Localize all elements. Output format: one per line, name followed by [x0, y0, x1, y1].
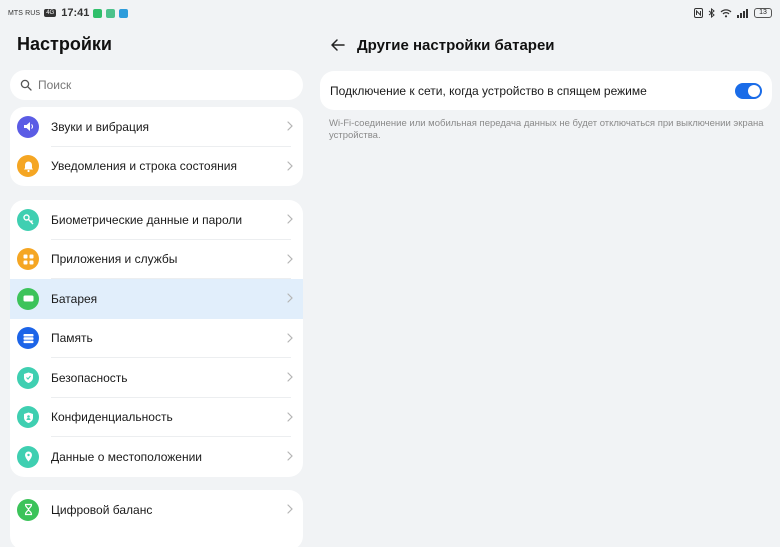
settings-item-label: Данные о местоположении [51, 449, 202, 464]
settings-item-label: Цифровой баланс [51, 502, 153, 517]
chevron-right-icon [287, 253, 293, 264]
signal-icon [737, 9, 748, 18]
settings-item[interactable]: Приложения и службы [10, 240, 303, 279]
chevron-right-icon [287, 121, 293, 131]
settings-item-label: Конфиденциальность [51, 410, 173, 425]
settings-item-label: Батарея [51, 291, 98, 306]
settings-group-system: Биометрические данные и пароли Приложения… [10, 200, 303, 477]
battery-indicator: 13 [754, 8, 772, 18]
settings-item[interactable]: Безопасность [10, 358, 303, 398]
chevron-right-icon [287, 332, 293, 343]
clock: 17:41 [61, 7, 90, 19]
apps-icon [17, 248, 39, 271]
battery-detail-pane: 13 Другие настройки батареи Подключение … [310, 0, 780, 547]
settings-item-label: Приложения и службы [51, 252, 178, 267]
back-arrow-icon[interactable] [330, 37, 346, 53]
search-icon [20, 79, 32, 91]
settings-sidebar: MTS RUS 4G 17:41 Настройки Поиск Звуки и… [0, 0, 310, 547]
network-type-badge: 4G [44, 9, 57, 17]
notification-app-icon [93, 8, 103, 18]
chevron-right-icon [287, 504, 293, 514]
key-icon [17, 208, 39, 231]
sleep-network-toggle[interactable] [735, 83, 762, 99]
settings-item[interactable]: Данные о местоположении [10, 437, 303, 477]
privacy-icon [17, 406, 39, 429]
toggle-knob [748, 85, 760, 97]
bluetooth-icon [708, 8, 715, 18]
chevron-right-icon [287, 411, 293, 422]
notification-app-icon [119, 8, 129, 18]
carrier-label: MTS RUS [8, 9, 41, 17]
chevron-right-icon [287, 293, 293, 303]
option-description: Wi-Fi-соединение или мобильная передача … [329, 118, 764, 141]
shield-icon [17, 366, 39, 389]
settings-item-label: Биометрические данные и пароли [51, 212, 243, 227]
chevron-right-icon [287, 451, 293, 461]
nfc-icon [694, 8, 703, 18]
hourglass-icon [17, 498, 39, 521]
settings-group-sound: Звуки и вибрация Уведомления и строка сос… [10, 107, 303, 186]
settings-item[interactable]: Цифровой баланс [10, 490, 303, 530]
wifi-icon [720, 9, 732, 18]
chevron-right-icon [287, 214, 293, 224]
status-bar-left: MTS RUS 4G 17:41 [8, 6, 129, 20]
battery-level: 13 [759, 9, 767, 16]
page-title: Настройки [17, 34, 112, 54]
settings-item[interactable]: Конфиденциальность [10, 398, 303, 437]
detail-title: Другие настройки батареи [357, 37, 555, 54]
search-input[interactable]: Поиск [10, 70, 303, 100]
chevron-right-icon [287, 160, 293, 171]
location-icon [17, 445, 39, 468]
sleep-network-option[interactable]: Подключение к сети, когда устройство в с… [320, 71, 772, 110]
settings-item[interactable]: Уведомления и строка состояния [10, 147, 303, 187]
settings-group-wellbeing: Цифровой баланс [10, 490, 303, 547]
notification-app-icon [106, 8, 116, 18]
storage-icon [17, 327, 39, 350]
status-bar-right: 13 [694, 6, 772, 20]
settings-item-label: Память [51, 331, 93, 346]
option-label: Подключение к сети, когда устройство в с… [330, 83, 647, 98]
battery-icon [17, 287, 39, 310]
settings-item[interactable]: Биометрические данные и пароли [10, 200, 303, 240]
chevron-right-icon [287, 372, 293, 382]
settings-item-label: Звуки и вибрация [51, 119, 150, 134]
settings-item-label: Безопасность [51, 370, 128, 385]
settings-item[interactable]: Память [10, 319, 303, 358]
search-placeholder: Поиск [38, 78, 72, 92]
speaker-icon [17, 115, 39, 138]
settings-item[interactable]: Батарея [10, 279, 303, 319]
settings-item[interactable]: Звуки и вибрация [10, 107, 303, 147]
bell-icon [17, 155, 39, 178]
settings-item-label: Уведомления и строка состояния [51, 159, 237, 174]
